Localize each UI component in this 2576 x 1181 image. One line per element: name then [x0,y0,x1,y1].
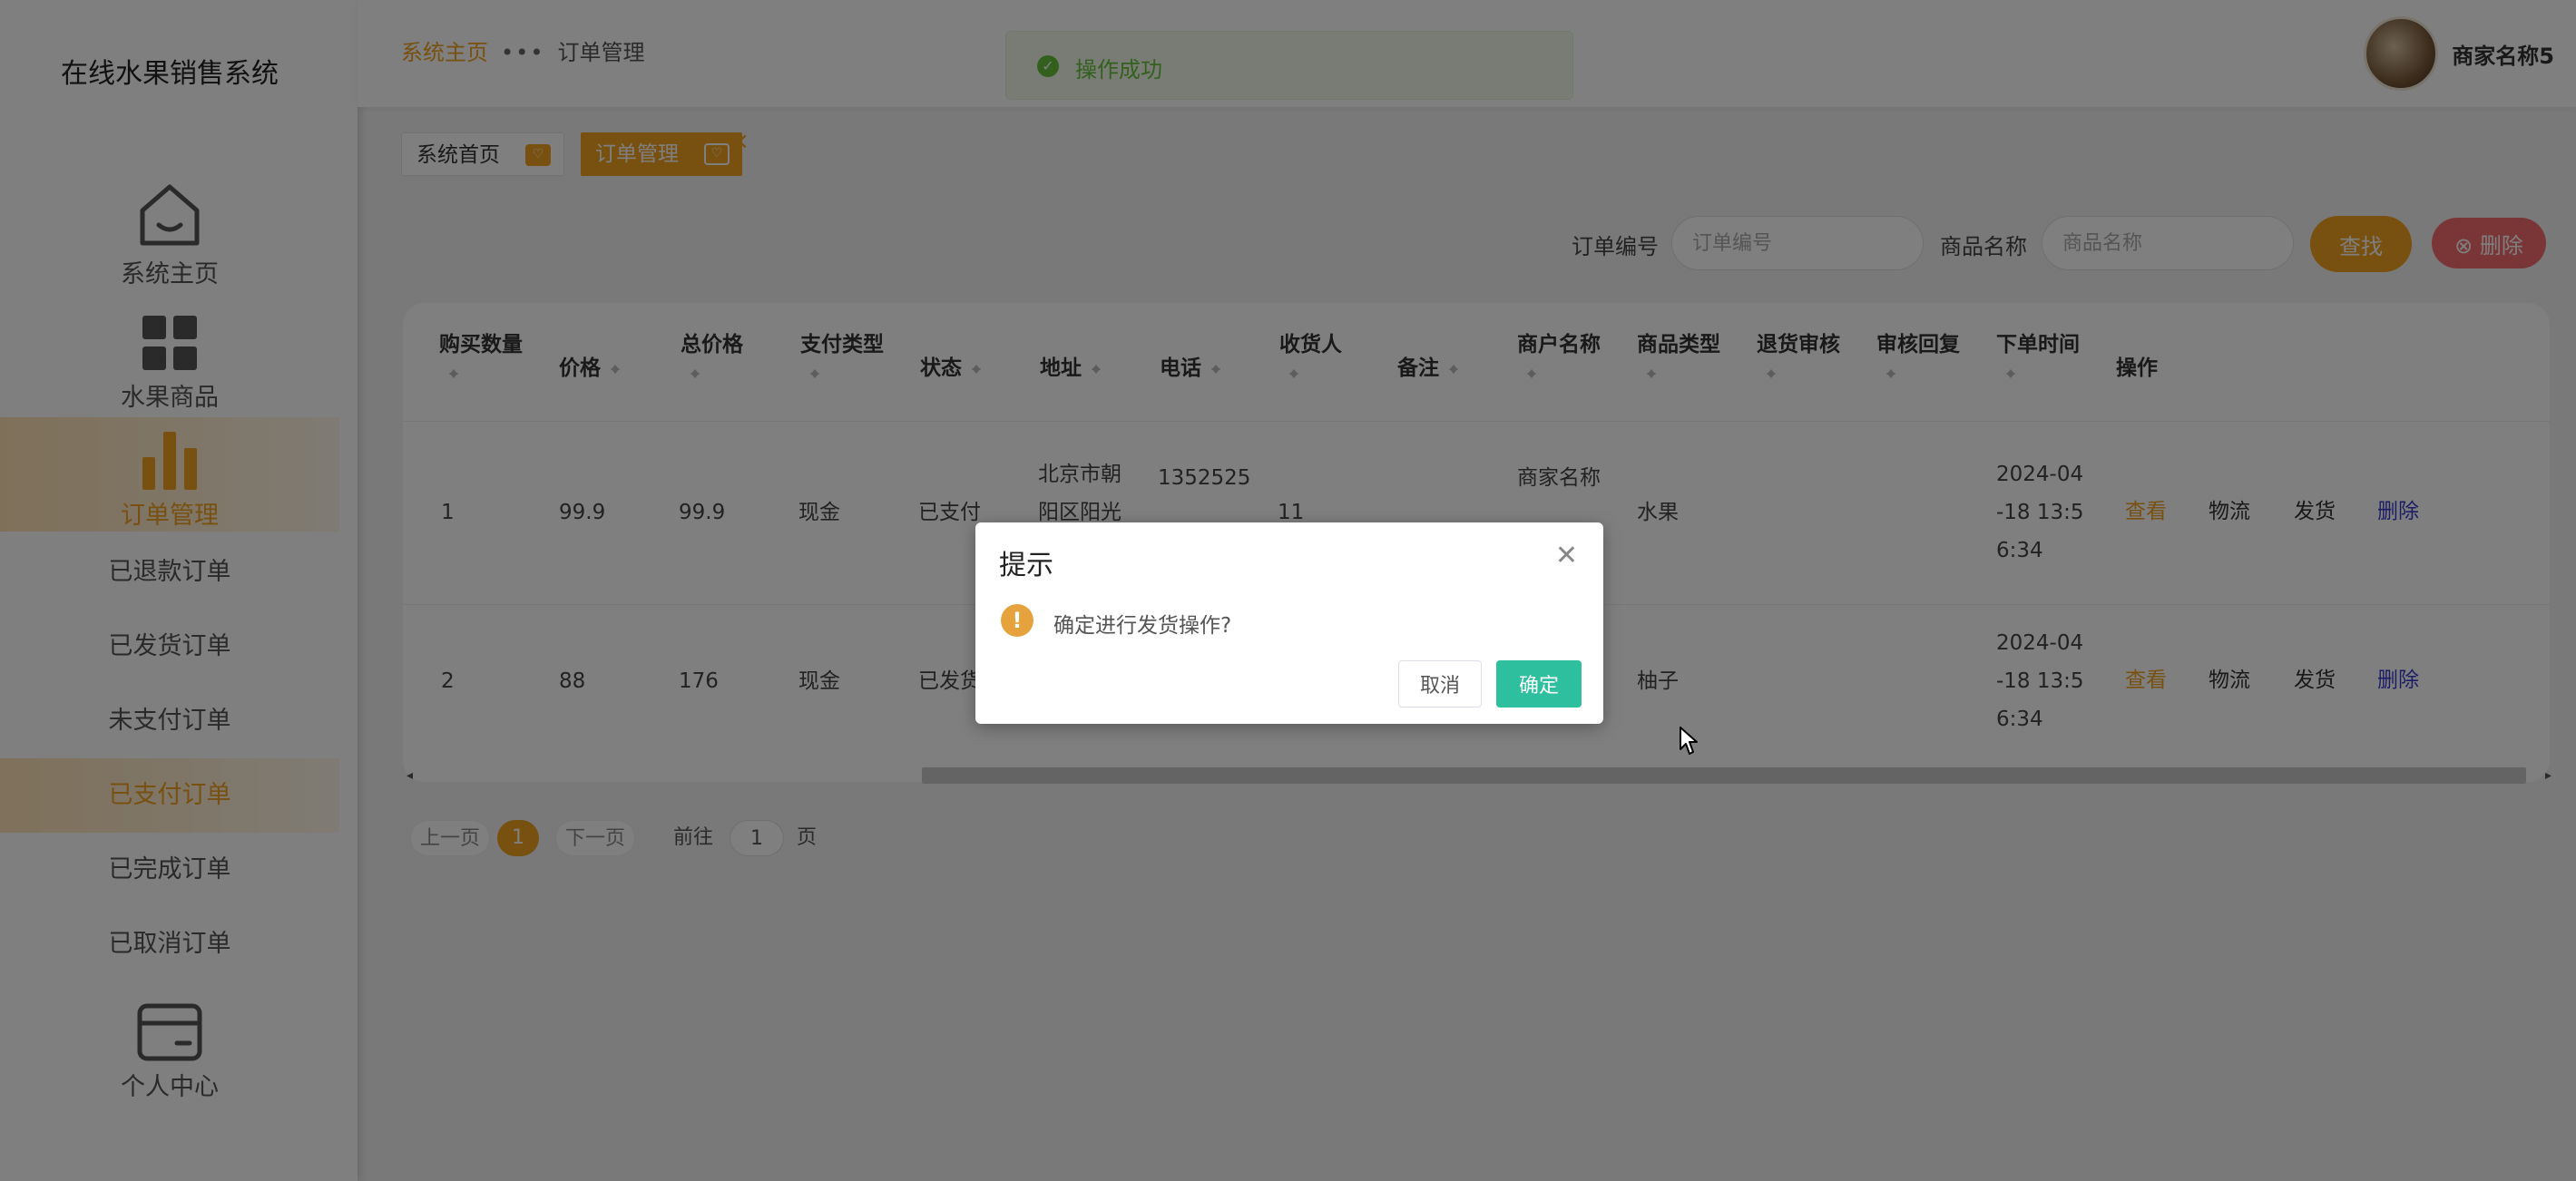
cancel-button[interactable]: 取消 [1398,660,1482,708]
warning-icon: ! [1001,604,1033,637]
close-icon[interactable]: ✕ [1555,542,1578,570]
confirm-dialog: 提示 ✕ ! 确定进行发货操作? 取消 确定 [975,522,1603,724]
mouse-cursor-icon [1680,727,1698,755]
dialog-message: 确定进行发货操作? [1053,614,1232,638]
confirm-button[interactable]: 确定 [1496,660,1582,708]
dialog-title: 提示 [999,550,1053,581]
